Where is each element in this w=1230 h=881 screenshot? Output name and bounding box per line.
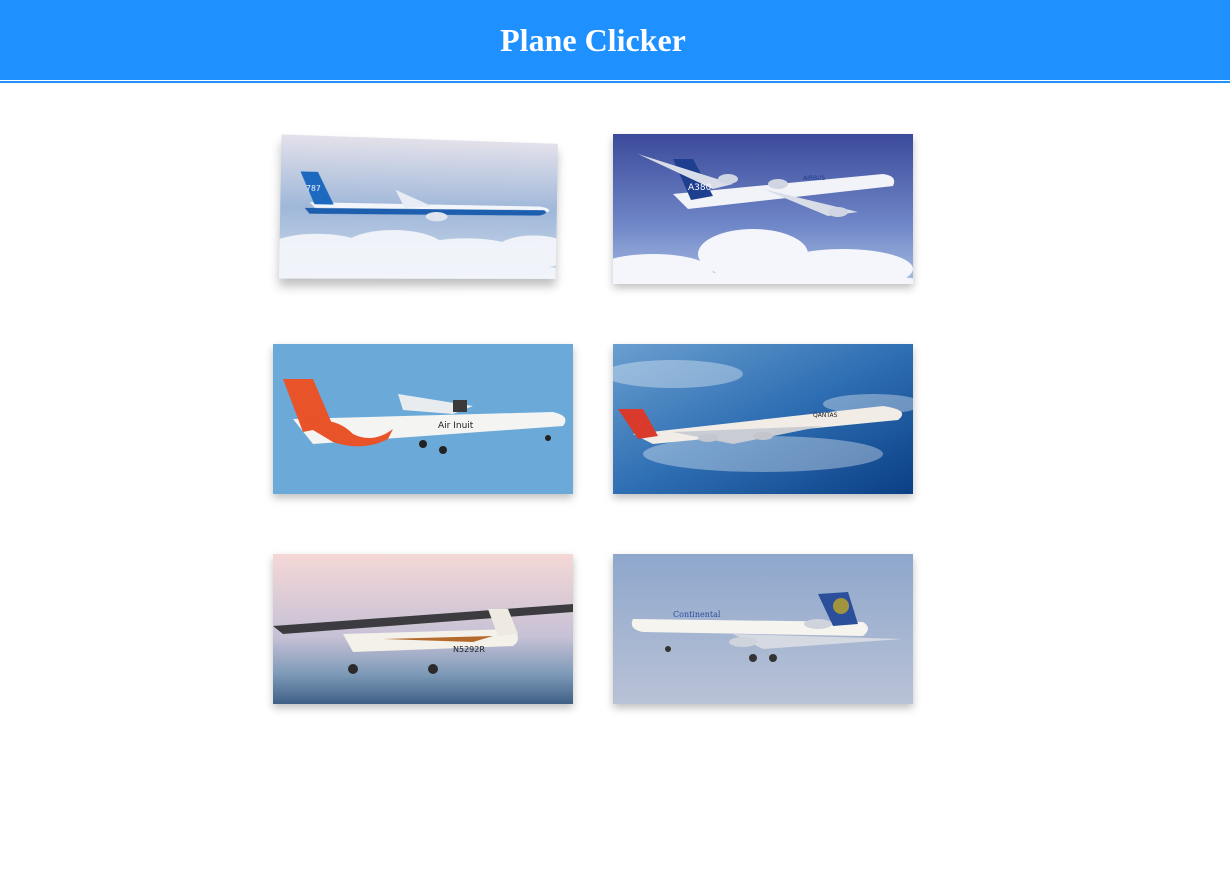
svg-text:N5292R: N5292R	[453, 645, 485, 654]
plane-card-continental-dc10[interactable]: Continental	[613, 554, 913, 704]
svg-text:A380: A380	[688, 183, 712, 193]
plane-card-cessna[interactable]: N5292R	[273, 554, 573, 704]
app-header: Plane Clicker	[0, 0, 1230, 81]
boeing-787-image: 787	[278, 134, 558, 279]
cessna-image: N5292R	[273, 554, 573, 704]
plane-card-airbus-a380[interactable]: A380 AIRBUS	[613, 134, 913, 284]
airbus-a380-image: A380 AIRBUS	[613, 134, 913, 284]
app-title: Plane Clicker	[500, 22, 686, 58]
svg-text:Air Inuit: Air Inuit	[438, 421, 474, 431]
svg-text:AIRBUS: AIRBUS	[803, 175, 826, 182]
continental-dc10-image: Continental	[613, 554, 913, 704]
svg-text:QANTAS: QANTAS	[813, 412, 838, 419]
plane-card-qantas-747[interactable]: QANTAS	[613, 344, 913, 494]
svg-text:Continental: Continental	[673, 610, 721, 619]
air-inuit-image: Air Inuit	[273, 344, 573, 494]
svg-text:787: 787	[306, 184, 321, 193]
plane-card-air-inuit[interactable]: Air Inuit	[273, 344, 573, 494]
qantas-747-image: QANTAS	[613, 344, 913, 494]
plane-card-boeing-787[interactable]: 787	[278, 134, 558, 279]
